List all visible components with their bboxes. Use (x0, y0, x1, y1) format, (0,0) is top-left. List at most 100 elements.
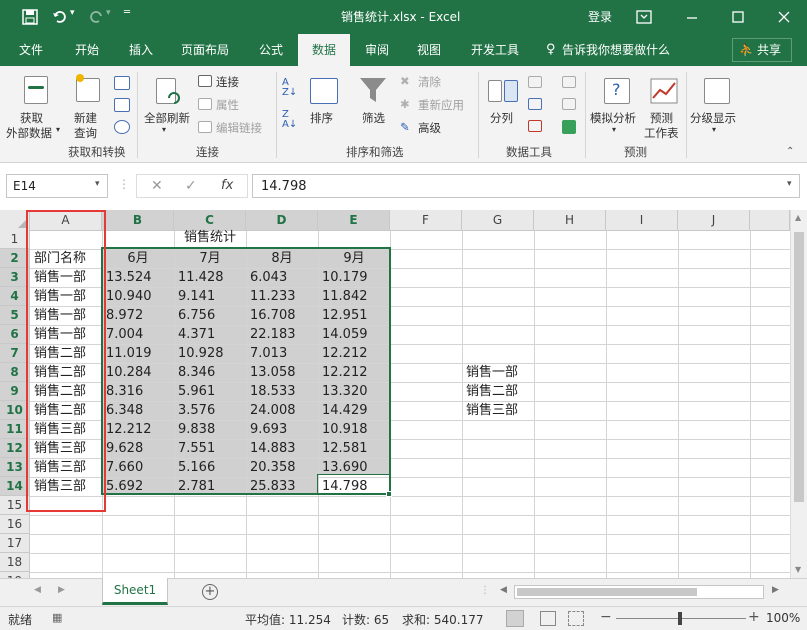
cell-d12[interactable]: 14.883 (246, 439, 318, 458)
cell-d8[interactable]: 13.058 (246, 363, 318, 382)
column-header-k[interactable] (750, 210, 790, 231)
header-cell-e[interactable]: 9月 (318, 249, 390, 268)
collapse-ribbon-icon[interactable]: ⌃ (786, 146, 794, 157)
cell-d7[interactable]: 7.013 (246, 344, 318, 363)
undo-icon[interactable] (52, 9, 68, 25)
tab-insert[interactable]: 插入 (118, 34, 164, 66)
cell-e5[interactable]: 12.951 (318, 306, 390, 325)
cell-b14[interactable]: 5.692 (102, 477, 174, 496)
scroll-up-icon[interactable]: ▲ (795, 213, 801, 222)
ribbon-display-icon[interactable] (636, 9, 652, 25)
scroll-left-icon[interactable]: ◀ (500, 585, 507, 595)
formula-input[interactable]: 14.798 ▾ (252, 174, 800, 198)
row-header-11[interactable]: 11 (0, 420, 30, 439)
row-header-17[interactable]: 17 (0, 534, 30, 553)
forecast-sheet-button[interactable]: 预测 工作表 (644, 72, 686, 142)
cell-c11[interactable]: 9.838 (174, 420, 246, 439)
cell-d3[interactable]: 6.043 (246, 268, 318, 287)
row-header-15[interactable]: 15 (0, 496, 30, 515)
new-query-button[interactable]: 新建 查询 (70, 72, 110, 142)
properties-button[interactable]: 属性 (216, 97, 239, 113)
edit-links-button[interactable]: 编辑链接 (216, 120, 262, 136)
row-header-12[interactable]: 12 (0, 439, 30, 458)
cell-c9[interactable]: 5.961 (174, 382, 246, 401)
select-all-corner[interactable] (0, 210, 30, 231)
cell-a8[interactable]: 销售二部 (30, 363, 102, 382)
cell-b11[interactable]: 12.212 (102, 420, 174, 439)
cell-c8[interactable]: 8.346 (174, 363, 246, 382)
fill-handle[interactable] (386, 491, 392, 497)
undo-dropdown-icon[interactable]: ▾ (70, 8, 75, 18)
normal-view-icon[interactable] (506, 610, 524, 627)
row-header-8[interactable]: 8 (0, 363, 30, 382)
cell-a5[interactable]: 销售一部 (30, 306, 102, 325)
cell-d11[interactable]: 9.693 (246, 420, 318, 439)
cell-d5[interactable]: 16.708 (246, 306, 318, 325)
cell-c4[interactable]: 9.141 (174, 287, 246, 306)
worksheet-grid[interactable]: ABCDEFGHIJ 12345678910111213141516171819… (0, 210, 807, 592)
cell-a7[interactable]: 销售二部 (30, 344, 102, 363)
cell-e11[interactable]: 10.918 (318, 420, 390, 439)
horizontal-scrollbar[interactable] (514, 585, 764, 599)
name-box[interactable]: E14 ▾ (6, 174, 108, 198)
row-header-16[interactable]: 16 (0, 515, 30, 534)
customize-qat-icon[interactable]: ═ (124, 7, 130, 18)
data-validation-icon[interactable] (528, 120, 542, 132)
scroll-down-icon[interactable]: ▼ (795, 565, 801, 574)
cell-c3[interactable]: 11.428 (174, 268, 246, 287)
cell-e9[interactable]: 13.320 (318, 382, 390, 401)
next-sheet-icon[interactable]: ▶ (58, 585, 65, 595)
cell-b5[interactable]: 8.972 (102, 306, 174, 325)
text-to-columns-button[interactable]: 分列 (484, 72, 524, 142)
page-layout-view-icon[interactable] (540, 611, 556, 626)
tab-review[interactable]: 审阅 (354, 34, 400, 66)
h-scroll-thumb[interactable] (517, 588, 697, 596)
cell-c14[interactable]: 2.781 (174, 477, 246, 496)
share-button[interactable]: ⛹ 共享 (732, 38, 792, 62)
login-link[interactable]: 登录 (588, 8, 612, 25)
redo-icon[interactable] (88, 9, 104, 25)
scroll-thumb[interactable] (794, 232, 804, 502)
cell-c6[interactable]: 4.371 (174, 325, 246, 344)
cell-d6[interactable]: 22.183 (246, 325, 318, 344)
column-header-g[interactable]: G (462, 210, 534, 231)
cell-c7[interactable]: 10.928 (174, 344, 246, 363)
cell-a12[interactable]: 销售三部 (30, 439, 102, 458)
enter-icon[interactable]: ✓ (185, 178, 197, 194)
cell-d4[interactable]: 11.233 (246, 287, 318, 306)
row-header-4[interactable]: 4 (0, 287, 30, 306)
recent-sources-icon[interactable] (114, 120, 130, 134)
minimize-icon[interactable] (684, 9, 700, 25)
row-header-14[interactable]: 14 (0, 477, 30, 496)
row-header-6[interactable]: 6 (0, 325, 30, 344)
page-break-view-icon[interactable] (568, 611, 584, 626)
cell-b10[interactable]: 6.348 (102, 401, 174, 420)
cell-c12[interactable]: 7.551 (174, 439, 246, 458)
tab-formulas[interactable]: 公式 (248, 34, 294, 66)
row-header-7[interactable]: 7 (0, 344, 30, 363)
tell-me-search[interactable]: 告诉我你想要做什么 (562, 34, 680, 66)
scroll-right-icon[interactable]: ▶ (772, 585, 779, 595)
cell-a10[interactable]: 销售二部 (30, 401, 102, 420)
cell-d14[interactable]: 25.833 (246, 477, 318, 496)
cell-a14[interactable]: 销售三部 (30, 477, 102, 496)
sheet-tab-sheet1[interactable]: Sheet1 (102, 578, 168, 605)
cell-b12[interactable]: 9.628 (102, 439, 174, 458)
column-header-i[interactable]: I (606, 210, 678, 231)
maximize-icon[interactable] (730, 9, 746, 25)
refresh-all-button[interactable]: 全部刷新 ▾ (140, 72, 196, 142)
zoom-out-icon[interactable]: − (600, 609, 612, 625)
row-header-18[interactable]: 18 (0, 553, 30, 572)
what-if-analysis-button[interactable]: ? 模拟分析 ▾ (590, 72, 644, 142)
tab-developer[interactable]: 开发工具 (460, 34, 530, 66)
cell-b9[interactable]: 8.316 (102, 382, 174, 401)
connections-button[interactable]: 连接 (216, 74, 239, 90)
cell-e4[interactable]: 11.842 (318, 287, 390, 306)
sort-button[interactable]: 排序 (306, 72, 342, 142)
sort-z-a-icon[interactable]: Z A↓ (282, 110, 304, 130)
reapply-button[interactable]: 重新应用 (418, 97, 464, 113)
zoom-in-icon[interactable]: + (748, 609, 760, 625)
column-header-e[interactable]: E (318, 210, 390, 231)
cell-b3[interactable]: 13.524 (102, 268, 174, 287)
row-header-9[interactable]: 9 (0, 382, 30, 401)
